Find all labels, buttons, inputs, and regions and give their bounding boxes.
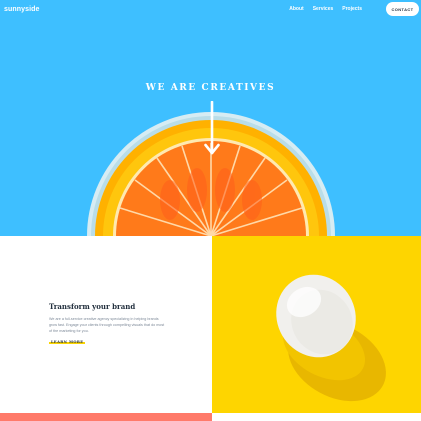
egg-image xyxy=(212,236,421,413)
learn-more-link[interactable]: LEARN MORE xyxy=(49,340,86,344)
bottom-right-panel xyxy=(212,413,421,421)
transform-description: We are a full-service creative agency sp… xyxy=(49,317,165,333)
hero-section: sunnyside About Services Projects CONTAC… xyxy=(0,0,421,236)
hero-title: WE ARE CREATIVES xyxy=(145,83,276,93)
egg-illustration xyxy=(276,274,386,402)
main-nav: About Services Projects xyxy=(289,6,362,13)
arrow-down-icon[interactable] xyxy=(204,101,220,156)
bottom-accent-strip xyxy=(0,413,212,421)
contact-button[interactable]: CONTACT xyxy=(386,2,419,16)
logo[interactable]: sunnyside xyxy=(4,6,40,13)
transform-section: Transform your brand We are a full-servi… xyxy=(0,236,212,413)
nav-link-about[interactable]: About xyxy=(289,6,303,13)
nav-link-services[interactable]: Services xyxy=(313,6,334,13)
transform-heading: Transform your brand xyxy=(49,302,136,311)
nav-link-projects[interactable]: Projects xyxy=(342,6,362,13)
